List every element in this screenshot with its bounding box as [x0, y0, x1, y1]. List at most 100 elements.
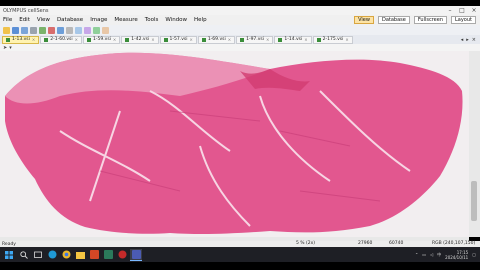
screen: OLYMPUS cellSens – □ × File Edit View Da… — [0, 0, 480, 270]
layout-view-button[interactable]: View — [354, 16, 374, 24]
image-icon — [44, 37, 49, 42]
menu-edit[interactable]: Edit — [19, 17, 30, 23]
tab-document[interactable]: 2-175.vsi × — [312, 35, 353, 44]
tabs-scroll-left-icon[interactable]: ◂ — [461, 37, 464, 43]
image-viewer[interactable] — [0, 51, 469, 237]
close-icon[interactable]: × — [468, 7, 480, 14]
maximize-icon[interactable]: □ — [456, 7, 468, 14]
windows-taskbar: ⌃ ▭ ◁ 中 17:15 2024/10/11 ▢ — [0, 247, 480, 262]
clock-date: 2024/10/11 — [445, 254, 469, 260]
task-view-icon[interactable] — [32, 249, 44, 261]
undo-icon[interactable] — [48, 26, 55, 34]
image-icon — [87, 37, 92, 42]
menu-window[interactable]: Window — [165, 17, 187, 23]
save-as-icon[interactable] — [21, 26, 28, 34]
edge-browser-icon[interactable] — [46, 249, 58, 261]
grid-icon[interactable] — [84, 26, 91, 34]
zoom-icon[interactable] — [75, 26, 82, 34]
start-button[interactable] — [0, 250, 18, 259]
tab-document[interactable]: 1-97.vsi × — [236, 35, 274, 44]
tab-document[interactable]: 2-1-60.vsi × — [40, 35, 83, 44]
close-tab-icon[interactable]: × — [75, 37, 78, 42]
layout-database-button[interactable]: Database — [377, 16, 410, 24]
close-tab-icon[interactable]: × — [32, 37, 35, 42]
image-icon — [163, 37, 168, 42]
settings-icon[interactable] — [66, 26, 73, 34]
tab-document[interactable]: 1-59.vsi × — [83, 35, 121, 44]
image-icon — [125, 37, 130, 42]
image-icon — [201, 37, 206, 42]
tab-label: 1-13.vsi — [12, 37, 30, 42]
minimize-icon[interactable]: – — [444, 7, 456, 14]
layout-selector[interactable]: Layout — [451, 16, 476, 24]
snapshot-icon[interactable] — [39, 26, 46, 34]
chrome-browser-icon[interactable] — [60, 249, 72, 261]
menu-measure[interactable]: Measure — [114, 17, 137, 23]
input-language[interactable]: 中 — [437, 252, 441, 258]
menu-tools[interactable]: Tools — [145, 17, 159, 23]
notification-icon[interactable]: ▢ — [472, 252, 476, 257]
screen-bottom-border — [0, 262, 480, 270]
close-tab-icon[interactable]: × — [113, 37, 116, 42]
windows-logo-icon — [5, 250, 13, 259]
tab-document[interactable]: 1-69.vsi × — [197, 35, 236, 44]
close-tab-icon[interactable]: × — [266, 37, 269, 42]
tabs-scroll-right-icon[interactable]: ▸ — [466, 37, 469, 43]
menu-image[interactable]: Image — [90, 17, 107, 23]
tab-label: 1-97.vsi — [246, 37, 264, 42]
close-tab-icon[interactable]: × — [345, 37, 348, 42]
tile-icon[interactable] — [102, 26, 109, 34]
clock[interactable]: 17:15 2024/10/11 — [445, 250, 468, 260]
open-folder-icon[interactable] — [3, 26, 10, 34]
menu-view[interactable]: View — [37, 17, 50, 23]
volume-icon[interactable]: ◁ — [430, 252, 433, 257]
layout-icon[interactable] — [93, 26, 100, 34]
system-tray: ⌃ ▭ ◁ 中 17:15 2024/10/11 ▢ — [415, 250, 480, 260]
menu-file[interactable]: File — [3, 17, 12, 23]
dropdown-chevron-icon[interactable]: ▾ — [9, 45, 12, 51]
close-tab-icon[interactable]: × — [151, 37, 154, 42]
redo-icon[interactable] — [57, 26, 64, 34]
window-title: OLYMPUS cellSens — [3, 7, 49, 14]
tab-label: 1-59.vsi — [93, 37, 111, 42]
tab-label: 1-42.vsi — [131, 37, 150, 42]
title-bar: OLYMPUS cellSens – □ × — [0, 6, 480, 15]
app-icon[interactable] — [102, 249, 114, 261]
red-app-icon[interactable] — [116, 249, 128, 261]
cellsens-app-icon[interactable] — [130, 248, 142, 261]
tab-document[interactable]: 1-57.vsi × — [159, 35, 197, 44]
vertical-scrollbar[interactable] — [469, 51, 480, 237]
close-tab-icon[interactable]: × — [228, 37, 231, 42]
tray-chevron-icon[interactable]: ⌃ — [415, 252, 418, 257]
toolbar — [0, 25, 480, 35]
pointer-icon[interactable]: ➤ — [3, 45, 7, 51]
image-icon — [240, 37, 245, 42]
menu-help[interactable]: Help — [194, 17, 207, 23]
tab-document[interactable]: 1-42.vsi × — [121, 35, 159, 44]
zoom-readout: 5 % (2x) — [296, 241, 316, 246]
save-icon[interactable] — [12, 26, 19, 34]
search-icon[interactable] — [18, 249, 30, 261]
close-tab-icon[interactable]: × — [304, 37, 307, 42]
menu-database[interactable]: Database — [57, 17, 83, 23]
vertical-scroll-thumb[interactable] — [471, 181, 477, 221]
tab-label: 2-1-60.vsi — [50, 37, 73, 42]
image-icon — [278, 37, 283, 42]
document-tabs: 1-13.vsi × 2-1-60.vsi × 1-59.vsi × 1-42.vsi… — [0, 35, 480, 44]
print-icon[interactable] — [30, 26, 37, 34]
tab-document[interactable]: 1-13.vsi × — [2, 35, 40, 44]
image-icon — [316, 37, 321, 42]
image-icon — [6, 37, 10, 42]
file-explorer-icon[interactable] — [74, 249, 86, 261]
close-tab-icon[interactable]: × — [189, 37, 192, 42]
image-toolbar: ➤ ▾ — [0, 44, 480, 51]
rgb-readout: RGB (240,107,150) — [432, 241, 476, 246]
close-all-icon[interactable]: × — [472, 37, 476, 43]
menu-bar: File Edit View Database Image Measure To… — [0, 15, 480, 25]
network-icon[interactable]: ▭ — [422, 252, 426, 257]
powerpoint-icon[interactable] — [88, 249, 100, 261]
tab-label: 1-69.vsi — [207, 37, 226, 42]
x-coordinate: 27960 — [358, 241, 373, 246]
tab-document[interactable]: 1-14.vsi × — [274, 35, 312, 44]
layout-fullscreen-button[interactable]: Fullscreen — [413, 16, 447, 24]
